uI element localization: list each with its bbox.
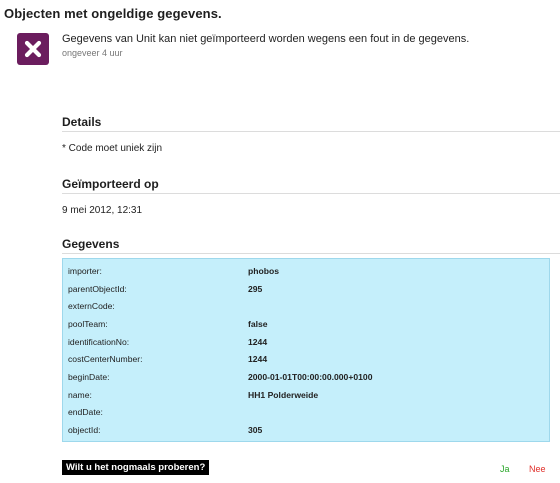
data-key: name: — [68, 389, 92, 400]
data-key: externCode: — [68, 301, 115, 312]
yes-link[interactable]: Ja — [500, 464, 510, 474]
error-timestamp: ongeveer 4 uur — [62, 48, 123, 58]
error-message: Gegevens van Unit kan niet geïmporteerd … — [62, 33, 470, 45]
data-value: phobos — [248, 265, 280, 276]
data-value: false — [248, 318, 268, 329]
data-row-cost-center-number: costCenterNumber: 1244 — [63, 350, 549, 368]
data-key: beginDate: — [68, 371, 110, 382]
data-row-begin-date: beginDate: 2000-01-01T00:00:00.000+0100 — [63, 368, 549, 386]
error-close-icon — [17, 33, 49, 65]
data-key: endDate: — [68, 407, 103, 418]
data-key: costCenterNumber: — [68, 354, 143, 365]
data-value: 295 — [248, 283, 263, 294]
data-row-pool-team: poolTeam: false — [63, 315, 549, 333]
no-link[interactable]: Nee — [529, 464, 546, 474]
data-heading: Gegevens — [62, 237, 560, 254]
details-text: * Code moet uniek zijn — [62, 143, 163, 154]
data-row-extern-code: externCode: — [63, 297, 549, 315]
imported-heading: Geïmporteerd op — [62, 177, 560, 194]
data-value: 1244 — [248, 354, 268, 365]
data-row-identification-no: identificationNo: 1244 — [63, 333, 549, 351]
data-row-parent-object-id: parentObjectId: 295 — [63, 280, 549, 298]
data-row-object-id: objectId: 305 — [63, 421, 549, 439]
details-heading: Details — [62, 115, 560, 132]
data-table: importer: phobos parentObjectId: 295 ext… — [62, 258, 550, 442]
data-key: parentObjectId: — [68, 283, 127, 294]
data-value: HH1 Polderweide — [248, 389, 319, 400]
data-key: identificationNo: — [68, 336, 130, 347]
data-value: 305 — [248, 425, 263, 436]
imported-date: 9 mei 2012, 12:31 — [62, 205, 143, 216]
data-value: 2000-01-01T00:00:00.000+0100 — [248, 371, 373, 382]
data-key: poolTeam: — [68, 318, 108, 329]
data-row-end-date: endDate: — [63, 404, 549, 422]
page-title: Objecten met ongeldige gegevens. — [4, 6, 222, 21]
data-value: 1244 — [248, 336, 268, 347]
data-key: importer: — [68, 265, 102, 276]
retry-prompt: Wilt u het nogmaals proberen? — [62, 460, 210, 475]
data-row-name: name: HH1 Polderweide — [63, 386, 549, 404]
data-row-importer: importer: phobos — [63, 262, 549, 280]
data-key: objectId: — [68, 425, 101, 436]
